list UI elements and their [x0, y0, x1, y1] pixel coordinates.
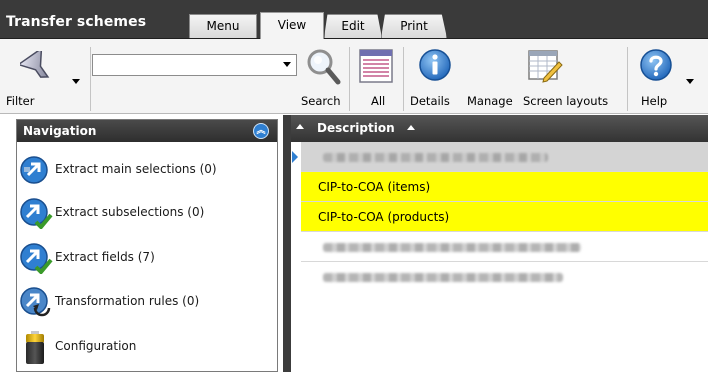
search-label: Search: [301, 94, 341, 108]
help-button[interactable]: Help: [629, 39, 699, 114]
nav-item-transformation-rules[interactable]: Transformation rules (0): [19, 282, 274, 322]
transformation-rules-icon: [20, 287, 51, 317]
all-label: All: [371, 94, 386, 108]
screen-layouts-label: Screen layouts: [523, 94, 609, 108]
ribbon-toolbar: Filter Search All Details Manage Screen …: [0, 39, 708, 114]
nav-item-label: Configuration: [55, 339, 137, 353]
filter-button[interactable]: Filter: [4, 39, 90, 114]
extract-fields-icon: [20, 243, 53, 274]
redacted-text: [323, 153, 548, 162]
nav-item-extract-subselections[interactable]: Extract subselections (0): [19, 193, 274, 233]
navigation-panel: Navigation ︽ Extract main selections (0)…: [16, 119, 278, 372]
current-row-indicator-icon: [292, 151, 298, 163]
details-label: Details: [410, 94, 450, 108]
search-dropdown-arrow[interactable]: [283, 62, 291, 67]
title-bar: Transfer schemes Menu View Edit Print: [0, 0, 708, 40]
toolbar-separator: [90, 47, 91, 111]
app-title: Transfer schemes: [6, 14, 147, 30]
extract-main-icon: [20, 156, 48, 184]
extract-sub-icon: [20, 198, 53, 229]
all-button[interactable]: All: [351, 39, 401, 114]
search-button[interactable]: Search: [298, 39, 348, 114]
search-magnifier-icon: [307, 49, 341, 85]
redacted-text: [323, 243, 581, 252]
description-grid: Description CIP-to-COA (items) CIP-to-CO…: [291, 115, 708, 372]
help-label: Help: [641, 94, 668, 108]
tab-view[interactable]: View: [260, 12, 324, 40]
row-selector-column: [291, 142, 301, 372]
navigation-title: Navigation: [23, 124, 97, 138]
manage-label: Manage: [467, 94, 513, 108]
filter-dropdown-arrow[interactable]: [72, 79, 80, 84]
row-description: CIP-to-COA (products): [318, 210, 450, 224]
table-row[interactable]: [301, 262, 708, 292]
tab-edit[interactable]: Edit: [324, 14, 382, 38]
column-header-description[interactable]: Description: [317, 121, 395, 135]
table-row[interactable]: [301, 142, 708, 172]
nav-item-configuration[interactable]: Configuration: [19, 327, 274, 367]
toolbar-separator: [403, 47, 404, 111]
row-description: CIP-to-COA (items): [318, 180, 431, 194]
nav-item-extract-main-selections[interactable]: Extract main selections (0): [19, 150, 274, 190]
nav-item-label: Extract fields (7): [55, 250, 155, 264]
grid-header: Description: [291, 115, 708, 142]
tab-menu[interactable]: Menu: [189, 14, 257, 38]
help-icon: [640, 49, 672, 81]
table-row[interactable]: CIP-to-COA (items): [301, 172, 708, 202]
details-button[interactable]: Details: [405, 39, 460, 114]
nav-item-label: Extract main selections (0): [55, 162, 217, 176]
battery-config-icon: [26, 331, 44, 364]
nav-item-extract-fields[interactable]: Extract fields (7): [19, 238, 274, 278]
double-chevron-up-icon[interactable]: ︽: [253, 123, 269, 139]
filter-funnel-icon: [20, 51, 50, 78]
table-row[interactable]: [301, 232, 708, 262]
screen-layout-icon: [528, 50, 563, 83]
help-dropdown-arrow[interactable]: [686, 79, 694, 84]
table-row[interactable]: CIP-to-COA (products): [301, 202, 708, 232]
details-info-icon: [419, 49, 451, 81]
filter-label: Filter: [6, 94, 35, 108]
redacted-text: [323, 273, 563, 282]
nav-item-label: Transformation rules (0): [55, 294, 200, 308]
navigation-header: Navigation ︽: [17, 120, 277, 142]
tab-print[interactable]: Print: [381, 14, 447, 38]
nav-item-label: Extract subselections (0): [55, 205, 205, 219]
all-records-icon: [359, 49, 393, 83]
manage-screen-layouts-button[interactable]: Manage Screen layouts: [462, 39, 626, 114]
toolbar-separator: [627, 47, 628, 111]
search-input[interactable]: [92, 54, 297, 76]
panel-splitter[interactable]: [283, 115, 291, 372]
collapse-up-icon[interactable]: [296, 124, 304, 129]
sort-ascending-icon[interactable]: [407, 125, 415, 130]
toolbar-separator: [349, 47, 350, 111]
